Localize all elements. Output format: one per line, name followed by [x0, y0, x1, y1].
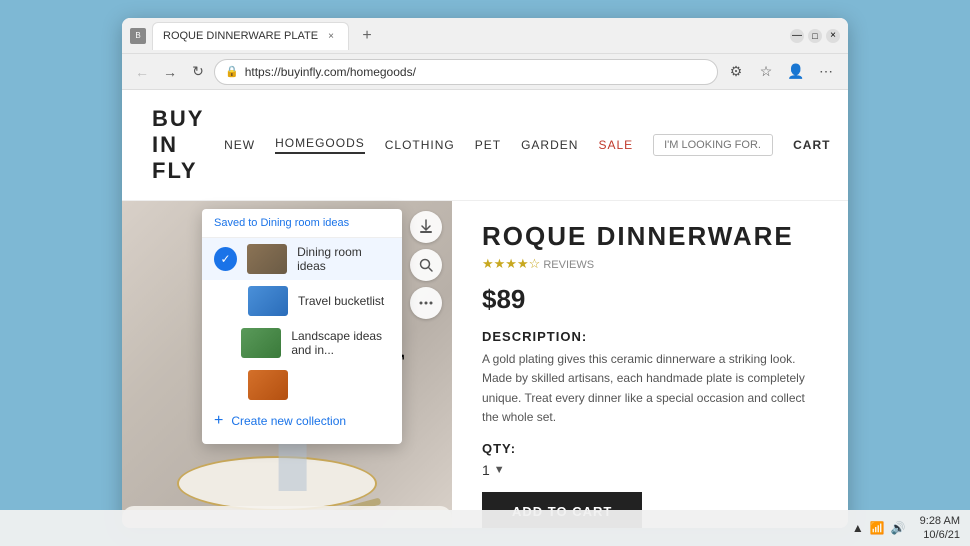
product-info: ROQUE DINNERWARE ★★★★☆ REVIEWS $89 DESCR…: [452, 201, 848, 528]
description-text: A gold plating gives this ceramic dinner…: [482, 350, 818, 427]
browser-window: B ROQUE DINNERWARE PLATE × + — □ × ← → ↻…: [122, 18, 848, 528]
saved-collection-link[interactable]: Dining room ideas: [260, 217, 349, 229]
browser-favicon: B: [130, 28, 146, 44]
cart-button[interactable]: CART: [793, 138, 830, 152]
save-popup: Saved to Dining room ideas ✓ Dining room…: [202, 209, 402, 444]
refresh-button[interactable]: ↻: [186, 60, 210, 84]
qty-selector[interactable]: 1 ▼: [482, 462, 818, 478]
nav-new[interactable]: NEW: [224, 138, 255, 152]
network-icon: ▲: [852, 521, 864, 535]
extra-thumb: [248, 370, 288, 400]
back-button[interactable]: ←: [130, 60, 154, 84]
address-bar[interactable]: 🔒 https://buyinfly.com/homegoods/: [214, 59, 718, 85]
close-button[interactable]: ×: [826, 29, 840, 43]
new-tab-button[interactable]: +: [355, 24, 379, 48]
browser-tab[interactable]: ROQUE DINNERWARE PLATE ×: [152, 22, 349, 50]
favorites-button[interactable]: ☆: [752, 58, 780, 86]
product-image-area: Saved to Dining room ideas ✓ Dining room…: [122, 201, 452, 528]
profile-button[interactable]: 👤: [782, 58, 810, 86]
taskbar-datetime: 9:28 AM 10/6/21: [920, 514, 960, 543]
collection-item-dining[interactable]: ✓ Dining room ideas: [202, 238, 402, 280]
site-header: BUY IN FLY NEW HOMEGOODS CLOTHING PET GA…: [122, 90, 848, 201]
product-layout: Saved to Dining room ideas ✓ Dining room…: [122, 201, 848, 528]
dining-room-thumb: [247, 244, 287, 274]
extra-spacer: [214, 373, 238, 397]
page-content: BUY IN FLY NEW HOMEGOODS CLOTHING PET GA…: [122, 90, 848, 528]
collection-item-landscape[interactable]: Landscape ideas and in...: [202, 322, 402, 364]
landscape-spacer: [214, 331, 231, 355]
minimize-button[interactable]: —: [790, 29, 804, 43]
travel-spacer: [214, 289, 238, 313]
search-input[interactable]: [653, 134, 773, 156]
landscape-thumb: [241, 328, 281, 358]
selected-check-icon: ✓: [214, 247, 237, 271]
nav-clothing[interactable]: CLOTHING: [385, 138, 455, 152]
create-collection-button[interactable]: + Create new collection: [202, 406, 402, 436]
sound-icon: 🔊: [891, 521, 906, 535]
site-logo[interactable]: BUY IN FLY: [152, 106, 204, 184]
collection-item-travel[interactable]: Travel bucketlist: [202, 280, 402, 322]
forward-button[interactable]: →: [158, 60, 182, 84]
taskbar-date-display: 10/6/21: [920, 528, 960, 542]
product-title: ROQUE DINNERWARE: [482, 221, 818, 252]
nav-homegoods[interactable]: HOMEGOODS: [275, 136, 365, 154]
maximize-button[interactable]: □: [808, 29, 822, 43]
browser-toolbar: ← → ↻ 🔒 https://buyinfly.com/homegoods/ …: [122, 54, 848, 90]
image-overlay-buttons: [410, 211, 442, 319]
url-text: https://buyinfly.com/homegoods/: [245, 65, 416, 79]
more-options-button[interactable]: [410, 287, 442, 319]
wifi-icon: 📶: [870, 521, 885, 535]
extensions-button[interactable]: ⚙: [722, 58, 750, 86]
collection-name-landscape: Landscape ideas and in...: [291, 329, 390, 357]
collection-item-extra[interactable]: [202, 364, 402, 406]
product-price: $89: [482, 284, 818, 315]
qty-label: QTY:: [482, 441, 818, 456]
qty-chevron-icon[interactable]: ▼: [494, 464, 505, 476]
nav-pet[interactable]: PET: [475, 138, 501, 152]
taskbar-system-icons: ▲ 📶 🔊 9:28 AM 10/6/21: [852, 514, 960, 543]
taskbar-time-display: 9:28 AM: [920, 514, 960, 528]
plate-decoration: [177, 456, 377, 511]
save-popup-header: Saved to Dining room ideas: [202, 209, 402, 238]
lock-icon: 🔒: [225, 65, 239, 78]
product-reviews[interactable]: ★★★★☆ REVIEWS: [482, 256, 818, 272]
nav-garden[interactable]: GARDEN: [521, 138, 578, 152]
more-button[interactable]: ⋯: [812, 58, 840, 86]
save-image-button[interactable]: [410, 211, 442, 243]
saved-to-prefix: Saved to: [214, 217, 257, 229]
create-plus-icon: +: [214, 412, 223, 430]
site-nav: NEW HOMEGOODS CLOTHING PET GARDEN SALE: [224, 136, 633, 154]
nav-sale[interactable]: SALE: [598, 138, 633, 152]
toolbar-icons: ⚙ ☆ 👤 ⋯: [722, 58, 840, 86]
qty-value: 1: [482, 462, 490, 478]
browser-titlebar: B ROQUE DINNERWARE PLATE × + — □ ×: [122, 18, 848, 54]
create-collection-label: Create new collection: [231, 414, 346, 428]
reviews-label[interactable]: REVIEWS: [543, 259, 594, 271]
tab-title: ROQUE DINNERWARE PLATE: [163, 30, 318, 42]
collection-name-dining: Dining room ideas: [297, 245, 390, 273]
tab-close-button[interactable]: ×: [324, 29, 338, 43]
description-label: DESCRIPTION:: [482, 329, 818, 344]
taskbar: ▲ 📶 🔊 9:28 AM 10/6/21: [0, 510, 970, 546]
zoom-button[interactable]: [410, 249, 442, 281]
collection-name-travel: Travel bucketlist: [298, 294, 384, 308]
travel-thumb: [248, 286, 288, 316]
